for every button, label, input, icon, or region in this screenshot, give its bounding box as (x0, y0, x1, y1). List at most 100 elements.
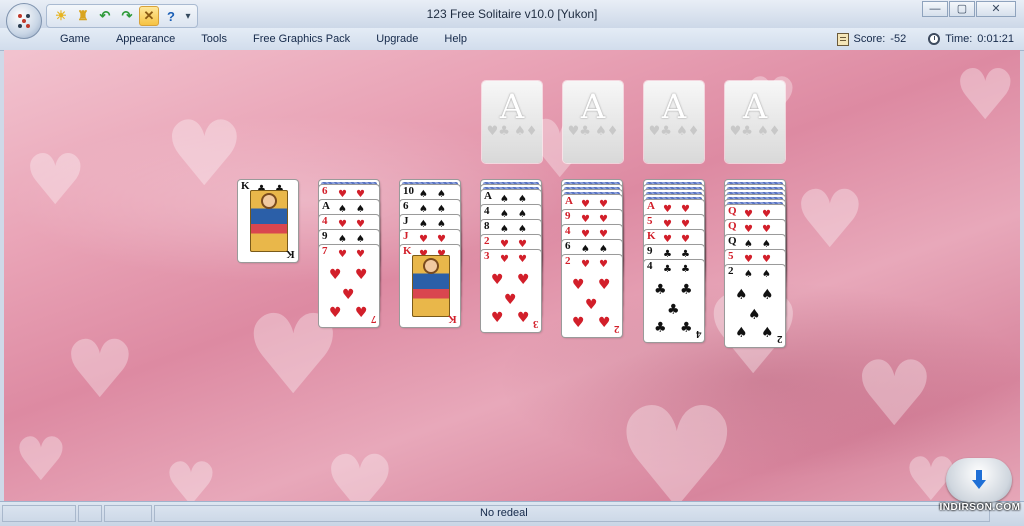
suit-icon: ♥ (572, 315, 585, 331)
card-rank-bottom: 3 (532, 318, 539, 330)
foundation-pile[interactable]: A ♥♣ ♠♦ (644, 81, 704, 163)
suit-icon: ♠ (748, 307, 761, 323)
card-rank: 2 (565, 255, 571, 267)
suit-icon: ♠ (761, 287, 774, 303)
suit-icon: ♥ (581, 214, 590, 225)
trophy-button[interactable]: ♜ (73, 6, 93, 26)
menu-free-graphics-pack[interactable]: Free Graphics Pack (253, 33, 363, 45)
tools-button[interactable]: ✕ (139, 6, 159, 26)
menu-appearance[interactable]: Appearance (116, 33, 188, 45)
suit-icon: ♠ (419, 204, 428, 215)
foundation-pile[interactable]: A ♥♣ ♠♦ (482, 81, 542, 163)
undo-icon: ↶ (99, 8, 111, 23)
menu-tools[interactable]: Tools (201, 33, 240, 45)
customize-toolbar-icon[interactable]: ▾ (183, 11, 193, 22)
help-icon: ? (167, 8, 175, 24)
card-rank: A (647, 200, 655, 212)
suit-icon: ♠ (419, 189, 428, 200)
card-rank: Q (728, 220, 737, 232)
suit-icon: ♥ (518, 254, 527, 265)
suit-icon: ♠ (338, 204, 347, 215)
suit-icon: ♥ (504, 292, 517, 308)
card-rank: 2 (728, 265, 734, 277)
menu-bar: Game Appearance Tools Free Graphics Pack Upg… (0, 28, 1024, 51)
suit-icon: ♣ (654, 282, 667, 298)
card-rank: 3 (484, 250, 490, 262)
suit-icon: ♥ (663, 234, 672, 245)
playing-card[interactable]: 7 ♥ ♥ ♥ ♥ ♥ ♥ ♥ 7 (319, 245, 379, 327)
suit-icon: ♥ (581, 259, 590, 270)
suit-icon: ♥ (338, 219, 347, 230)
suit-icon: ♠ (735, 287, 748, 303)
time-value: 0:01:21 (977, 33, 1014, 45)
suit-icon: ♥ (419, 234, 428, 245)
menu-game[interactable]: Game (60, 33, 103, 45)
card-rank: 9 (565, 210, 571, 222)
close-button[interactable]: ✕ (976, 1, 1016, 17)
suit-icon: ♥ (355, 267, 368, 283)
playing-card[interactable]: 2 ♥ ♥ ♥ ♥ ♥ ♥ ♥ 2 (562, 255, 622, 337)
suit-icon: ♥ (500, 239, 509, 250)
card-rank: K (403, 245, 412, 257)
background-heart: ♥ (64, 323, 136, 416)
suit-icon: ♠ (500, 209, 509, 220)
playing-card[interactable]: K♣♣K (238, 180, 298, 262)
suit-icon: ♥ (681, 234, 690, 245)
card-rank: 5 (728, 250, 734, 262)
quick-access-toolbar: ☀ ♜ ↶ ↷ ✕? ▾ (46, 4, 198, 28)
undo-button[interactable]: ↶ (95, 6, 115, 26)
help-button[interactable]: ? (161, 6, 181, 26)
foundation-suits: ♥♣ ♠♦ (567, 124, 619, 139)
suit-icon: ♠ (338, 234, 347, 245)
card-rank: 8 (484, 220, 490, 232)
suit-icon: ♠ (437, 189, 446, 200)
suit-icon: ♠ (437, 204, 446, 215)
minimize-button[interactable]: — (922, 1, 948, 17)
suit-icon: ♥ (663, 204, 672, 215)
suit-icon: ♥ (572, 277, 585, 293)
app-menu-button[interactable] (6, 3, 42, 39)
suit-icon: ♥ (581, 199, 590, 210)
suit-icon: ♠ (581, 244, 590, 255)
sun-button[interactable]: ☀ (51, 6, 71, 26)
court-card-art (250, 190, 288, 252)
card-rank: K (647, 230, 656, 242)
foundation-ace-label: A (580, 87, 606, 127)
suit-icon: ♠ (518, 194, 527, 205)
suit-icon: ♠ (761, 325, 774, 341)
status-segment (2, 505, 76, 522)
card-rank-bottom: K (286, 248, 295, 260)
background-heart: ♥ (164, 102, 245, 207)
game-table[interactable]: ♥♥♥♥♥♥♥♥♥♥♥♥♥♥♥♥A♥♣ ♠♦A♥♣ ♠♦A♥♣ ♠♦A♥♣ ♠♦… (4, 50, 1020, 501)
background-heart: ♥ (794, 173, 866, 266)
background-heart: ♥ (614, 378, 740, 502)
menu-help[interactable]: Help (444, 33, 480, 45)
playing-card[interactable]: 3 ♥ ♥ ♥ ♥ ♥ ♥ ♥ 3 (481, 250, 541, 332)
suit-icon: ♣ (681, 249, 690, 260)
suit-icon: ♠ (500, 194, 509, 205)
menu-upgrade[interactable]: Upgrade (376, 33, 431, 45)
card-rank: K (241, 180, 250, 192)
suit-icon: ♥ (517, 272, 530, 288)
redo-icon: ↷ (121, 8, 133, 23)
playing-card[interactable]: 4 ♣ ♣ ♣ ♣ ♣ ♣ ♣ 4 (644, 260, 704, 342)
suit-icon: ♠ (518, 209, 527, 220)
card-rank: 4 (322, 215, 328, 227)
card-rank-bottom: 4 (695, 328, 702, 340)
foundation-pile[interactable]: A ♥♣ ♠♦ (725, 81, 785, 163)
suit-icon: ♣ (663, 264, 672, 275)
playing-card[interactable]: K♥♥K (400, 245, 460, 327)
suit-icon: ♠ (599, 244, 608, 255)
maximize-button[interactable]: ▢ (949, 1, 975, 17)
foundation-suits: ♥♣ ♠♦ (486, 124, 538, 139)
card-rank: Q (728, 205, 737, 217)
suit-icon: ♠ (744, 239, 753, 250)
foundation-pile[interactable]: A ♥♣ ♠♦ (563, 81, 623, 163)
tools-icon: ✕ (143, 8, 155, 23)
suit-icon: ♠ (356, 204, 365, 215)
playing-card[interactable]: 2 ♠ ♠ ♠ ♠ ♠ ♠ ♠ 2 (725, 265, 785, 347)
card-rank: Q (728, 235, 737, 247)
suit-icon: ♠ (419, 219, 428, 230)
score-label: Score: (853, 33, 886, 45)
redo-button[interactable]: ↷ (117, 6, 137, 26)
